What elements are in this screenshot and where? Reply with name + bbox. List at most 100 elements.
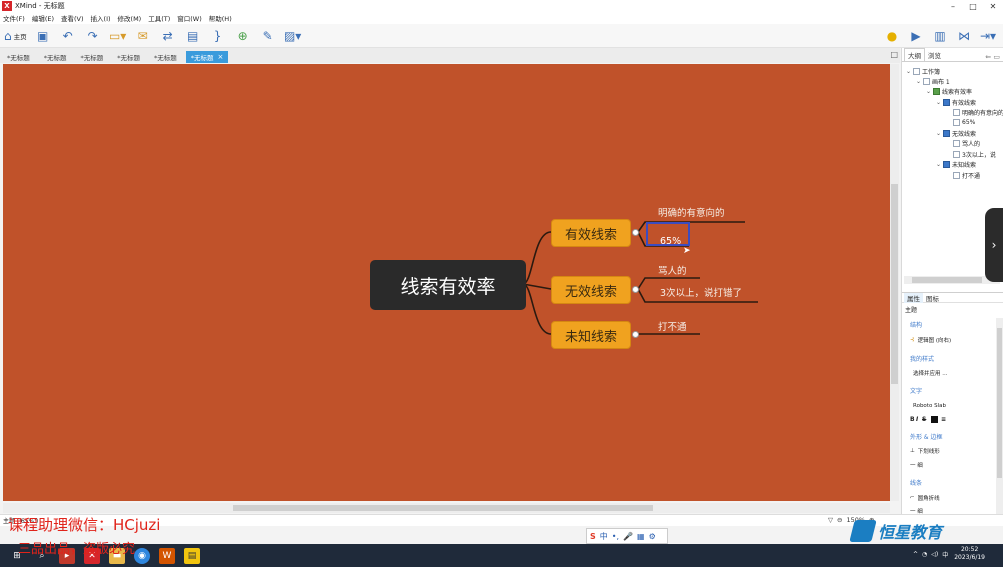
line-style-select[interactable]: ⌐ 圆角折线 <box>910 494 940 502</box>
properties-scroll-thumb[interactable] <box>997 328 1002 478</box>
collapse-dot-branch-1[interactable] <box>632 229 639 236</box>
tab-untitled-5[interactable]: *无标题 <box>149 51 182 63</box>
tree-item-invalid[interactable]: ⌄ 无效线索 <box>936 128 976 138</box>
font-family-select[interactable]: Roboto Slab <box>913 403 946 409</box>
collapse-dot-branch-3[interactable] <box>632 331 639 338</box>
branch-topic-valid[interactable]: 有效线索 <box>551 219 631 247</box>
insight-icon[interactable]: ● <box>883 27 901 45</box>
chevron-down-icon[interactable]: ⌄ <box>936 99 943 106</box>
tree-item-abusive[interactable]: 骂人的 <box>953 138 980 148</box>
tray-ime-icon[interactable]: 中 <box>942 550 948 559</box>
mindmap-canvas[interactable]: 线索有效率 有效线索 无效线索 未知线索 明确的有意向的 65% ➤ 骂人的 3… <box>3 64 890 501</box>
tab-outline[interactable]: 大纲 <box>904 48 925 61</box>
tray-network-icon[interactable]: ◔ <box>922 551 927 558</box>
tab-untitled-3[interactable]: *无标题 <box>76 51 109 63</box>
leaf-topic-65-percent[interactable]: 65% <box>660 236 681 247</box>
canvas-vertical-scrollbar[interactable] <box>890 64 899 501</box>
relationship-icon[interactable]: ⇄ <box>159 27 177 45</box>
align-icon[interactable]: ≡ <box>941 416 947 423</box>
tree-item-valid[interactable]: ⌄ 有效线索 <box>936 97 976 107</box>
tree-item-sheet[interactable]: ⌄ 画布 1 <box>916 76 950 86</box>
chevron-down-icon[interactable]: ⌄ <box>936 130 943 137</box>
branch-topic-invalid[interactable]: 无效线索 <box>551 276 631 304</box>
close-tab-icon[interactable]: × <box>218 53 224 61</box>
menu-insert[interactable]: 插入(I) <box>91 13 111 23</box>
shape-select[interactable]: ⊥ 下划线形 <box>910 447 940 455</box>
boundary-icon[interactable]: ▤ <box>184 27 202 45</box>
chevron-down-icon[interactable]: ⌄ <box>906 68 913 75</box>
close-window-button[interactable]: ✕ <box>983 2 1003 11</box>
layout-icon[interactable]: ▥ <box>931 27 949 45</box>
menu-window[interactable]: 窗口(W) <box>177 13 202 23</box>
image-icon[interactable]: ▨▾ <box>284 27 302 45</box>
tab-untitled-2[interactable]: *无标题 <box>39 51 72 63</box>
ime-keyboard-icon[interactable]: ▦ <box>637 532 645 541</box>
tab-properties[interactable]: 属性 <box>904 292 923 303</box>
ime-punctuation-icon[interactable]: •, <box>612 532 619 541</box>
filter-icon[interactable]: ▽ <box>828 516 833 524</box>
tray-volume-icon[interactable]: ◁) <box>931 551 938 558</box>
home-button[interactable]: ⌂ 主页 <box>4 27 27 45</box>
chevron-down-icon[interactable]: ⌄ <box>926 88 933 95</box>
tray-clock[interactable]: 20:52 2023/6/19 <box>954 546 985 562</box>
leaf-topic-wrong-number[interactable]: 3次以上，说打错了 <box>660 285 742 299</box>
tree-item-unreachable[interactable]: 打不通 <box>953 170 980 180</box>
tree-item-root[interactable]: ⌄ 线索有效率 <box>926 86 972 96</box>
minimize-button[interactable]: – <box>943 2 963 11</box>
menu-tools[interactable]: 工具(T) <box>148 13 170 23</box>
structure-select[interactable]: ⊰ 逻辑图 (向右) <box>910 336 951 344</box>
tab-untitled-4[interactable]: *无标题 <box>112 51 145 63</box>
ime-settings-icon[interactable]: ⚙ <box>649 532 656 541</box>
taskbar-notes-icon[interactable]: ▤ <box>184 547 200 564</box>
border-weight-select[interactable]: 一 细 <box>910 461 923 469</box>
summary-icon[interactable]: } <box>209 27 227 45</box>
undo-icon[interactable]: ↶ <box>59 27 77 45</box>
strikethrough-icon[interactable]: S <box>922 416 928 423</box>
side-panel-expand-handle[interactable]: › <box>985 208 1003 282</box>
callout-icon[interactable]: ✉ <box>134 27 152 45</box>
sogou-ime-logo-icon[interactable]: S <box>590 532 596 541</box>
leaf-topic-intentional[interactable]: 明确的有意向的 <box>658 205 725 219</box>
save-icon[interactable]: ▣ <box>34 27 52 45</box>
leaf-topic-unreachable[interactable]: 打不通 <box>658 319 687 333</box>
zoom-out-icon[interactable]: ⊖ <box>837 516 842 524</box>
export-icon[interactable]: ⇥▾ <box>979 27 997 45</box>
panel-menu-icon[interactable]: ⇐ ▭ <box>985 53 1000 61</box>
note-icon[interactable]: ✎ <box>259 27 277 45</box>
style-select[interactable]: 选择并应用 ... <box>913 369 948 377</box>
ime-chinese-mode[interactable]: 中 <box>600 531 608 542</box>
outline-scroll-thumb[interactable] <box>912 277 982 283</box>
canvas-horizontal-scrollbar[interactable] <box>3 503 890 513</box>
tree-item-workbook[interactable]: ⌄ 工作簿 <box>906 66 940 76</box>
maximize-button[interactable]: □ <box>963 2 983 11</box>
marker-icon[interactable]: ⊕ <box>234 27 252 45</box>
hscroll-thumb[interactable] <box>233 505 653 511</box>
tray-arrow-icon[interactable]: ^ <box>913 551 918 558</box>
properties-scrollbar[interactable] <box>996 318 1003 514</box>
ime-microphone-icon[interactable]: 🎤 <box>623 532 633 541</box>
chevron-down-icon[interactable]: ⌄ <box>936 161 943 168</box>
maximize-editor-icon[interactable]: □ <box>890 50 898 59</box>
tree-item-65[interactable]: 65% <box>953 117 975 127</box>
menu-modify[interactable]: 修改(M) <box>118 13 142 23</box>
menu-view[interactable]: 查看(V) <box>61 13 84 23</box>
menu-edit[interactable]: 编辑(E) <box>32 13 54 23</box>
tab-browse[interactable]: 浏览 <box>925 49 944 61</box>
redo-icon[interactable]: ↷ <box>84 27 102 45</box>
tab-untitled-1[interactable]: *无标题 <box>2 51 35 63</box>
topic-icon[interactable]: ▭▾ <box>109 27 127 45</box>
chevron-down-icon[interactable]: ⌄ <box>916 78 923 85</box>
vscroll-thumb[interactable] <box>891 184 898 384</box>
tab-icons[interactable]: 图标 <box>923 293 942 303</box>
presentation-icon[interactable]: ▶ <box>907 27 925 45</box>
taskbar-app-icon[interactable]: W <box>159 547 175 564</box>
menu-help[interactable]: 帮助(H) <box>209 13 232 23</box>
central-topic[interactable]: 线索有效率 <box>370 260 526 310</box>
menu-file[interactable]: 文件(F) <box>3 13 25 23</box>
branch-topic-unknown[interactable]: 未知线索 <box>551 321 631 349</box>
leaf-topic-abusive[interactable]: 骂人的 <box>658 263 687 277</box>
taskbar-browser-icon[interactable]: ◉ <box>134 547 150 564</box>
tree-item-intentional[interactable]: 明确的有意向的 <box>953 107 1003 117</box>
text-color-swatch[interactable] <box>931 416 938 423</box>
collapse-dot-branch-2[interactable] <box>632 286 639 293</box>
